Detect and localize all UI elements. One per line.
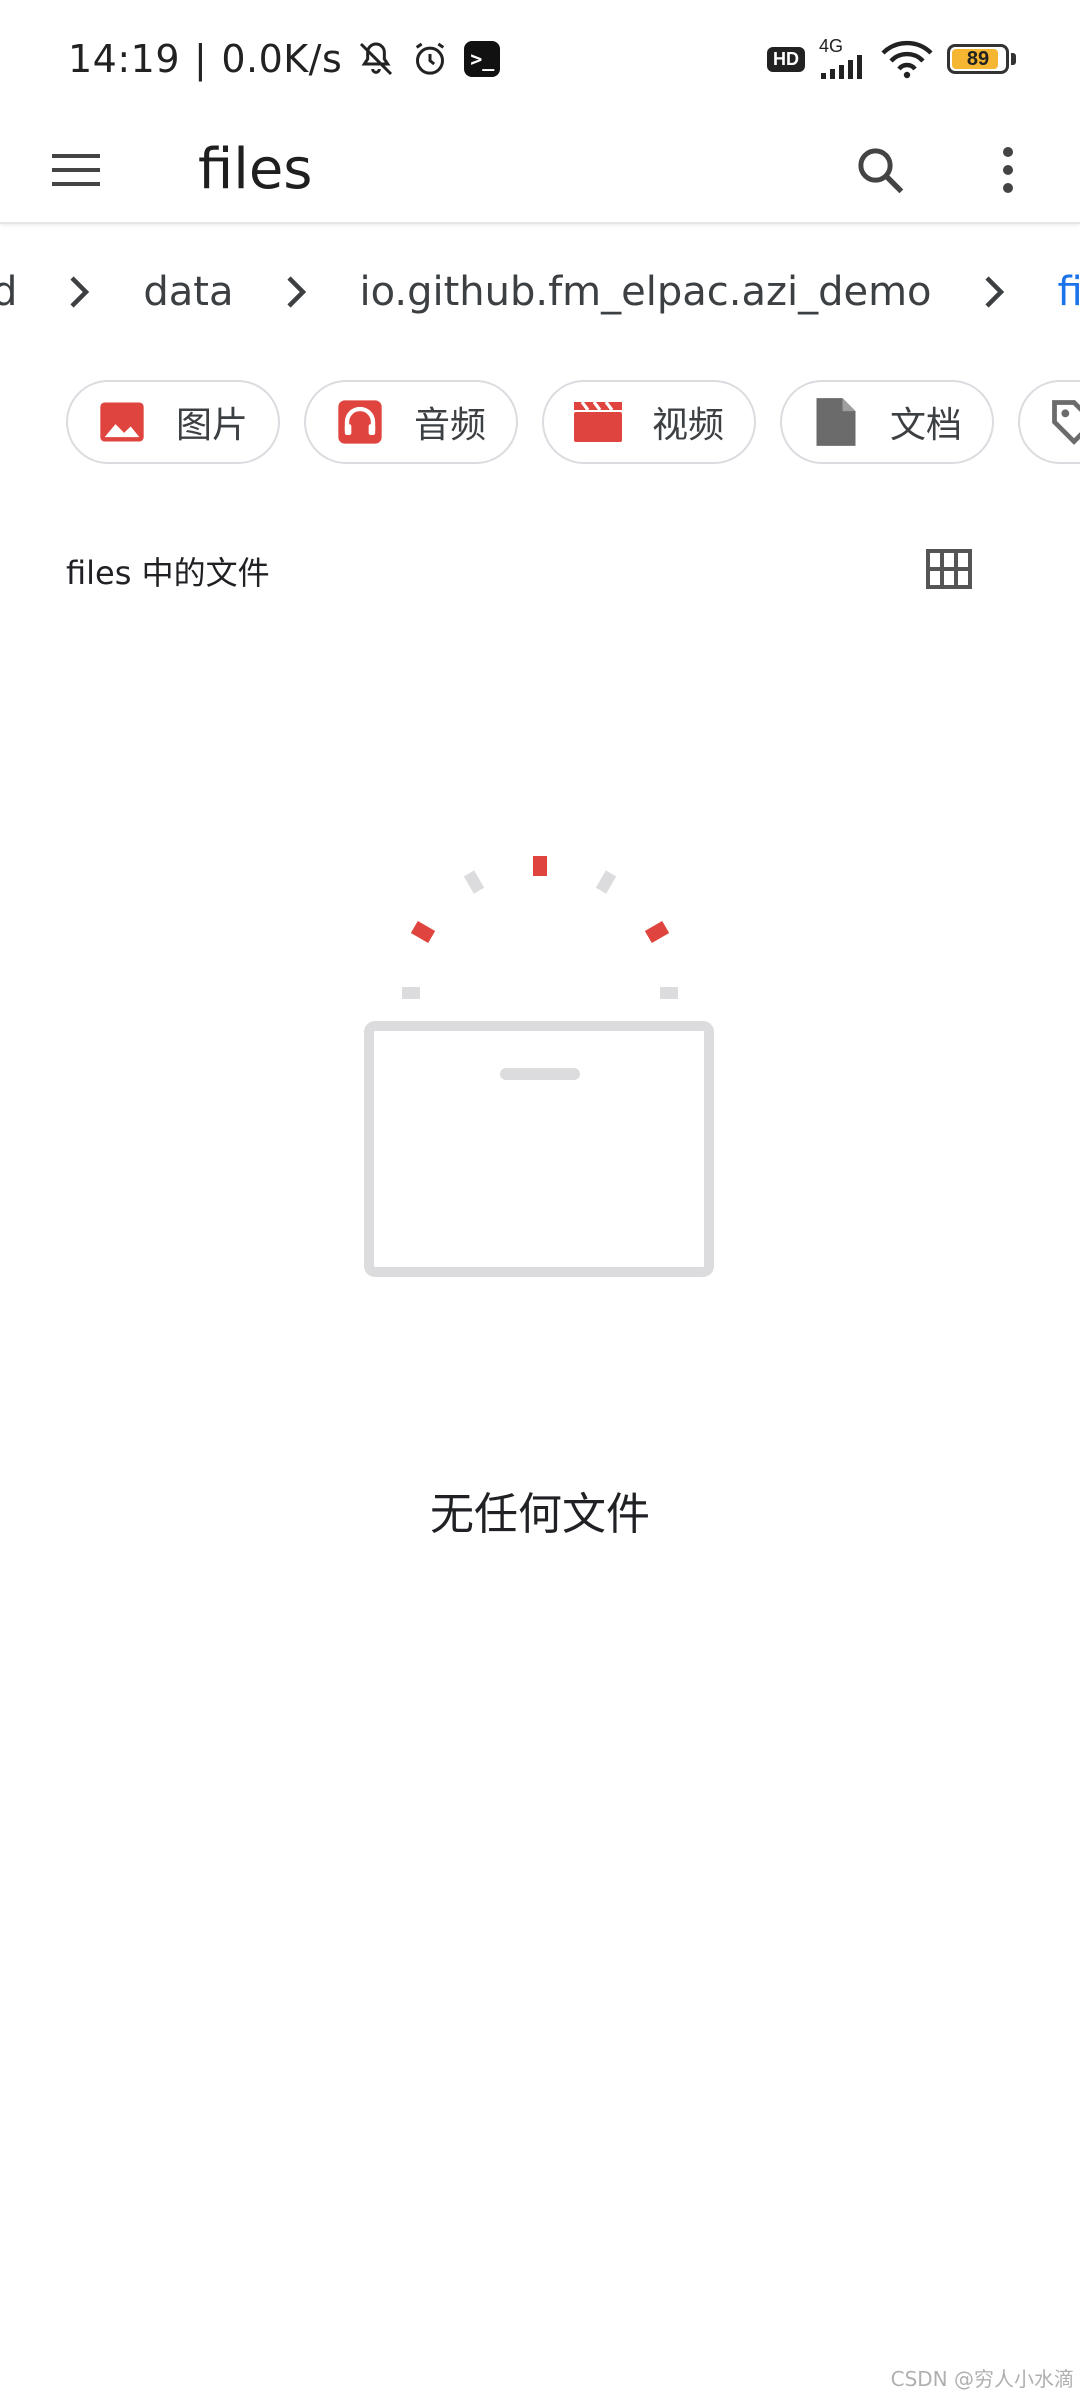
chip-audio[interactable]: 音频 <box>304 380 519 464</box>
chip-label: 文档 <box>890 405 963 446</box>
category-chips: 图片 音频 视频 文档 <box>66 380 1080 468</box>
grid-view-button[interactable] <box>924 544 974 594</box>
chip-row: 图片 音频 视频 文档 <box>66 380 1080 464</box>
status-time: 14:19 <box>68 37 181 81</box>
hd-badge: HD <box>767 46 805 72</box>
chevron-right-icon <box>57 252 103 332</box>
battery-body: 89 <box>947 44 1009 74</box>
status-bar-right: HD 4G 89 <box>767 37 1016 81</box>
ray-right <box>644 920 670 944</box>
chevron-right-icon <box>274 252 320 332</box>
battery-indicator: 89 <box>947 44 1016 74</box>
chip-documents[interactable]: 文档 <box>780 380 995 464</box>
breadcrumb-item-parent[interactable]: d <box>0 269 17 315</box>
mute-icon <box>356 39 396 79</box>
breadcrumb-item-package[interactable]: io.github.fm_elpac.azi_demo <box>360 269 932 315</box>
chip-video[interactable]: 视频 <box>542 380 757 464</box>
wifi-icon <box>881 39 933 79</box>
empty-folder-illustration <box>364 856 714 1277</box>
breadcrumb-item-data[interactable]: data <box>143 269 233 315</box>
network-type: 4G <box>819 36 844 56</box>
search-icon <box>858 148 904 194</box>
app-bar: files <box>0 118 1080 224</box>
battery-tip <box>1011 53 1016 65</box>
chip-tags[interactable] <box>1018 380 1080 464</box>
terminal-app-icon: >_ <box>464 41 501 77</box>
empty-box <box>364 1021 714 1277</box>
chevron-right-icon <box>972 252 1018 332</box>
watermark: CSDN @穷人小水滴 <box>890 2367 1074 2391</box>
ray-top <box>533 856 547 876</box>
ray-lower-right <box>660 987 678 999</box>
document-icon <box>810 396 862 448</box>
ray-lower-left <box>402 987 420 999</box>
empty-state-message: 无任何文件 <box>430 1489 650 1540</box>
status-net-speed: 0.0K/s <box>221 37 343 81</box>
chip-label: 音频 <box>414 405 487 446</box>
more-vert-icon <box>1003 147 1013 193</box>
chip-label: 图片 <box>176 405 249 446</box>
status-bar-left: 14:19 | 0.0K/s >_ <box>68 37 501 81</box>
tag-icon <box>1048 396 1080 448</box>
more-options-button[interactable] <box>978 140 1038 200</box>
alarm-icon <box>410 39 450 79</box>
search-button[interactable] <box>850 140 910 200</box>
cellular-signal: 4G <box>819 37 867 81</box>
signal-bars-icon <box>821 55 862 79</box>
breadcrumb: d data io.github.fm_elpac.azi_demo files <box>0 252 1080 332</box>
image-icon <box>96 396 148 448</box>
page-title: files <box>198 137 313 202</box>
chip-label: 视频 <box>652 405 725 446</box>
status-bar: 14:19 | 0.0K/s >_ HD 4G 89 <box>0 0 1080 118</box>
ray-left <box>410 920 436 944</box>
menu-button[interactable] <box>46 140 106 200</box>
video-icon <box>572 396 624 448</box>
grid-view-icon <box>926 549 972 589</box>
breadcrumb-track: d data io.github.fm_elpac.azi_demo files <box>0 252 1080 332</box>
battery-level: 89 <box>966 47 990 70</box>
headphones-icon <box>334 396 386 448</box>
breadcrumb-item-files[interactable]: files <box>1058 269 1080 315</box>
chip-images[interactable]: 图片 <box>66 380 281 464</box>
ray-upper-left <box>463 870 485 894</box>
empty-box-slot <box>500 1068 580 1080</box>
ray-upper-right <box>595 870 617 894</box>
menu-icon <box>52 154 100 186</box>
section-title: files 中的文件 <box>66 554 270 592</box>
status-separator: | <box>194 37 208 81</box>
